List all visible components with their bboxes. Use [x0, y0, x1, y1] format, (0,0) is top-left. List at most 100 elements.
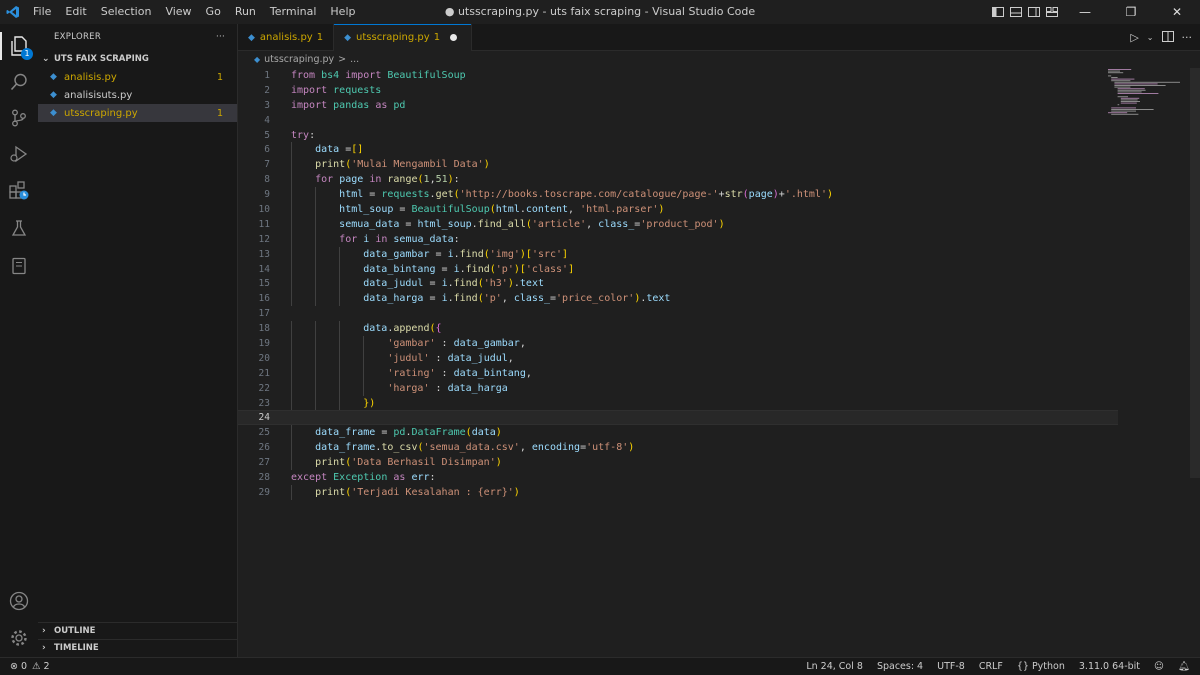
menu-terminal[interactable]: Terminal: [263, 0, 324, 24]
menu-help[interactable]: Help: [323, 0, 362, 24]
source-control-icon[interactable]: [0, 100, 38, 136]
code-line[interactable]: 9 html = requests.get('http://books.tosc…: [238, 187, 1118, 203]
search-icon[interactable]: [0, 64, 38, 100]
testing-icon[interactable]: [0, 210, 38, 246]
toggle-primary-sidebar-icon[interactable]: [990, 0, 1006, 24]
explorer-header: EXPLORER ···: [38, 24, 237, 50]
notifications-bell-icon[interactable]: 🔔︎: [1178, 661, 1190, 672]
code-line[interactable]: 13 data_gambar = i.find('img')['src']: [238, 246, 1118, 262]
language-mode[interactable]: {} Python: [1017, 661, 1065, 672]
unsaved-dot-icon[interactable]: [450, 34, 458, 41]
code-line[interactable]: 25 data_frame = pd.DataFrame(data): [238, 425, 1118, 441]
code-line[interactable]: 1 from bs4 import BeautifulSoup: [238, 68, 1118, 83]
code-line[interactable]: 11 semua_data = html_soup.find_all('arti…: [238, 216, 1118, 232]
minimap-line: [1114, 81, 1180, 83]
breadcrumb-file[interactable]: utsscraping.py: [264, 54, 334, 65]
breadcrumb-symbol[interactable]: ...: [350, 54, 359, 65]
customize-layout-icon[interactable]: [1044, 0, 1060, 24]
code-line[interactable]: 14 data_bintang = i.find('p')['class']: [238, 261, 1118, 277]
restore-button[interactable]: ❐: [1108, 0, 1154, 24]
code-line[interactable]: 24: [238, 410, 1118, 426]
menu-view[interactable]: View: [158, 0, 198, 24]
menu-selection[interactable]: Selection: [94, 0, 159, 24]
close-window-button[interactable]: ✕: [1154, 0, 1200, 24]
code-line[interactable]: 4: [238, 113, 1118, 128]
code-text: try:: [291, 129, 316, 141]
code-line[interactable]: 19 'gambar' : data_gambar,: [238, 336, 1118, 351]
file-encoding[interactable]: UTF-8: [937, 661, 965, 672]
code-line[interactable]: 27 print('Data Berhasil Disimpan'): [238, 455, 1118, 471]
breadcrumb: ◆ utsscraping.py > ...: [238, 51, 1200, 67]
tab-analisis[interactable]: ◆ analisis.py 1: [238, 24, 335, 51]
outline-label: OUTLINE: [54, 626, 96, 636]
code-editor[interactable]: 1 from bs4 import BeautifulSoup 2 import re…: [238, 68, 1118, 500]
file-item-analisisuts[interactable]: ◆ analisisuts.py: [38, 86, 237, 104]
remote-explorer-icon[interactable]: [0, 248, 38, 284]
run-debug-icon[interactable]: [0, 136, 38, 172]
run-dropdown-chevron-icon[interactable]: ⌄: [1147, 33, 1154, 42]
problems-indicator[interactable]: ⊗ 0 ⚠ 2: [0, 661, 50, 672]
file-item-analisis[interactable]: ◆ analisis.py 1: [38, 68, 237, 86]
line-number: 12: [258, 233, 270, 245]
minimap-line: [1111, 110, 1136, 112]
code-line[interactable]: 18 data.append({: [238, 321, 1118, 337]
menu-file[interactable]: File: [26, 0, 58, 24]
outline-section[interactable]: › OUTLINE: [38, 622, 238, 639]
menu-go[interactable]: Go: [199, 0, 228, 24]
split-editor-icon[interactable]: [1161, 30, 1174, 45]
minimap[interactable]: [1106, 68, 1186, 118]
more-actions-button[interactable]: ···: [1182, 31, 1193, 44]
indentation[interactable]: Spaces: 4: [877, 661, 923, 672]
code-line[interactable]: 23 }): [238, 395, 1118, 411]
vscode-logo-icon[interactable]: [0, 0, 26, 24]
python-file-icon: ◆: [344, 32, 352, 43]
workspace-folder-header[interactable]: ⌄ UTS FAIX SCRAPING: [38, 50, 237, 68]
feedback-icon[interactable]: ☺: [1154, 661, 1164, 672]
menu-run[interactable]: Run: [228, 0, 263, 24]
code-line[interactable]: 29 print('Terjadi Kesalahan : {err}'): [238, 484, 1118, 500]
tab-label: utsscraping.py: [356, 32, 430, 43]
code-line[interactable]: 21 'rating' : data_bintang,: [238, 365, 1118, 381]
code-line[interactable]: 7 print('Mulai Mengambil Data'): [238, 157, 1118, 173]
manage-gear-icon[interactable]: [0, 620, 38, 656]
code-line[interactable]: 6 data =[]: [238, 142, 1118, 158]
code-line[interactable]: 3 import pandas as pd: [238, 98, 1118, 113]
code-line[interactable]: 12 for i in semua_data:: [238, 231, 1118, 247]
minimize-button[interactable]: —: [1062, 0, 1108, 24]
extensions-icon[interactable]: [0, 172, 38, 208]
minimap-line: [1114, 85, 1166, 86]
code-line[interactable]: 20 'judul' : data_judul,: [238, 350, 1118, 366]
tab-utsscraping[interactable]: ◆ utsscraping.py 1: [334, 24, 473, 51]
menu-edit[interactable]: Edit: [58, 0, 93, 24]
cursor-position[interactable]: Ln 24, Col 8: [806, 661, 863, 672]
explorer-more-actions-button[interactable]: ···: [216, 32, 225, 42]
code-text: data_harga = i.find('p', class_='price_c…: [363, 293, 671, 305]
code-line[interactable]: 16 data_harga = i.find('p', class_='pric…: [238, 291, 1118, 307]
toggle-panel-icon[interactable]: [1008, 0, 1024, 24]
code-text: for page in range(1,51):: [315, 174, 460, 186]
vertical-scrollbar[interactable]: [1190, 68, 1200, 478]
python-interpreter[interactable]: 3.11.0 64-bit: [1079, 661, 1140, 672]
code-line[interactable]: 15 data_judul = i.find('h3').text: [238, 276, 1118, 292]
line-number: 18: [258, 323, 270, 335]
toggle-secondary-sidebar-icon[interactable]: [1026, 0, 1042, 24]
code-line[interactable]: 17: [238, 306, 1118, 321]
code-line[interactable]: 2 import requests: [238, 83, 1118, 98]
code-line[interactable]: 26 data_frame.to_csv('semua_data.csv', e…: [238, 440, 1118, 456]
file-item-utsscraping[interactable]: ◆ utsscraping.py 1: [38, 104, 237, 122]
run-python-file-icon[interactable]: ▷: [1130, 31, 1138, 44]
code-line[interactable]: 8 for page in range(1,51):: [238, 172, 1118, 188]
code-line[interactable]: 28 except Exception as err:: [238, 470, 1118, 485]
accounts-icon[interactable]: [0, 583, 38, 619]
menu-bar: File Edit Selection View Go Run Terminal…: [26, 0, 362, 24]
code-line[interactable]: 10 html_soup = BeautifulSoup(html.conten…: [238, 202, 1118, 217]
code-line[interactable]: 5 try:: [238, 128, 1118, 143]
end-of-line[interactable]: CRLF: [979, 661, 1003, 672]
line-number: 26: [258, 442, 270, 454]
explorer-icon[interactable]: 1: [0, 28, 38, 64]
line-number: 14: [258, 263, 270, 275]
code-line[interactable]: 22 'harga' : data_harga: [238, 380, 1118, 396]
tab-problem-count: 1: [316, 32, 324, 43]
timeline-section[interactable]: › TIMELINE: [38, 639, 238, 656]
problem-count: 1: [216, 71, 223, 83]
